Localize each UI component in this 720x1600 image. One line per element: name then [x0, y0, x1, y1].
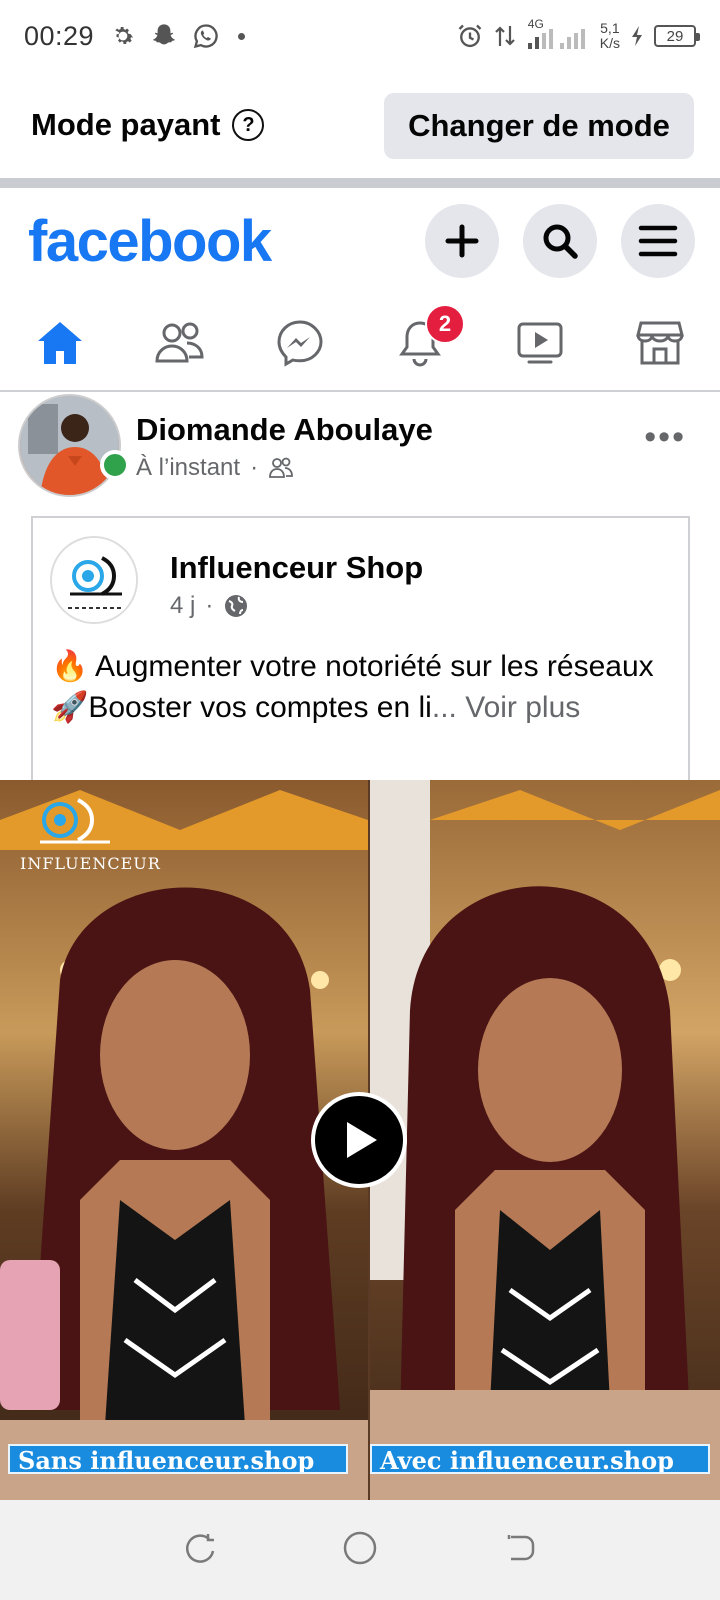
meta-separator: · [205, 592, 214, 619]
tab-marketplace[interactable] [600, 298, 720, 388]
video-thumbnail-right [370, 780, 720, 1500]
mode-label: Mode payant [31, 107, 221, 142]
plus-icon [445, 224, 479, 258]
home-circle-icon [343, 1531, 377, 1564]
home-nav-button[interactable] [342, 1530, 378, 1571]
friends-audience-icon[interactable] [268, 457, 294, 479]
mode-bar: Mode payant ? Changer de mode [0, 72, 720, 178]
signal-indicator: 4G [526, 17, 590, 51]
status-time: 00:29 [24, 20, 95, 51]
status-dot [238, 32, 246, 40]
influenceur-logo-icon [52, 538, 136, 622]
post-text-line2: 🚀Booster vos comptes en li [51, 691, 432, 724]
play-button[interactable] [311, 1092, 407, 1188]
play-icon [347, 1122, 377, 1158]
post-meta: À l’instant · [136, 454, 294, 482]
status-right: 4G 5,1 K/s 29 [456, 17, 700, 51]
tab-friends[interactable] [120, 298, 240, 388]
notification-badge: 2 [425, 304, 465, 344]
signal-icon [527, 29, 585, 49]
media-watermark: INFLUENCEUR [20, 854, 161, 873]
page-avatar[interactable] [50, 536, 138, 624]
search-button[interactable] [523, 204, 597, 278]
speed-unit: K/s [599, 35, 620, 51]
search-icon [543, 224, 578, 259]
video-right-panel: Avec influenceur.shop [370, 780, 720, 1500]
facebook-logo[interactable]: facebook [28, 208, 272, 275]
menu-button[interactable] [621, 204, 695, 278]
globe-icon[interactable] [223, 593, 249, 619]
video-icon [517, 322, 563, 364]
system-nav-bar [0, 1500, 720, 1600]
right-caption: Avec influenceur.shop [370, 1444, 710, 1474]
change-mode-button[interactable]: Changer de mode [384, 93, 694, 159]
hamburger-menu-icon [638, 225, 678, 257]
recent-apps-icon [185, 1533, 214, 1563]
avatar[interactable] [18, 394, 121, 497]
main-nav: 2 [0, 298, 720, 388]
battery-icon: 29 [654, 25, 700, 47]
shared-time[interactable]: 4 j [170, 592, 195, 620]
messenger-icon [277, 320, 323, 367]
tab-messenger[interactable] [240, 298, 360, 388]
whatsapp-icon [193, 24, 218, 49]
speed-value: 5,1 [600, 20, 620, 36]
tab-notifications[interactable]: 2 [360, 298, 480, 388]
network-speed: 5,1 K/s [600, 21, 620, 51]
post-text-line2-wrap: 🚀Booster vos comptes en li... Voir plus [51, 687, 681, 728]
status-bar: 00:29 4G 5,1 K/s 29 [0, 0, 720, 72]
left-caption: Sans influenceur.shop [8, 1444, 348, 1474]
post-time[interactable]: À l’instant [136, 454, 240, 482]
divider [0, 178, 720, 188]
friends-icon [155, 322, 204, 363]
tab-home[interactable] [0, 298, 120, 388]
ellipsis: ... [431, 691, 457, 724]
shared-page-name[interactable]: Influenceur Shop [170, 550, 423, 586]
post-video[interactable]: INFLUENCEUR Sans influenceur.shop Avec i… [0, 780, 720, 1500]
data-transfer-icon [494, 26, 515, 46]
marketplace-icon [636, 321, 684, 365]
alarm-icon [458, 24, 482, 48]
media-logo-icon [40, 798, 110, 844]
shared-meta: 4 j · [170, 592, 249, 620]
shared-post-card[interactable]: Influenceur Shop 4 j · 🔥 Augmenter votre… [31, 516, 690, 780]
post-text: 🔥 Augmenter votre notoriété sur les rése… [51, 646, 681, 728]
snapchat-icon [153, 24, 175, 45]
post-text-line1: 🔥 Augmenter votre notoriété sur les rése… [51, 650, 654, 683]
online-status-dot [100, 450, 130, 480]
more-options-button[interactable]: ••• [644, 418, 686, 457]
battery-level: 29 [666, 27, 684, 45]
charging-icon [632, 26, 642, 46]
settings-icon [115, 27, 134, 45]
create-button[interactable] [425, 204, 499, 278]
home-icon [38, 322, 82, 364]
recent-apps-button[interactable] [183, 1531, 217, 1570]
post-author-name[interactable]: Diomande Aboulaye [136, 412, 433, 448]
app-header: facebook [0, 188, 720, 294]
divider [0, 390, 720, 392]
avatar-person-icon [20, 396, 119, 495]
back-button[interactable] [503, 1531, 537, 1570]
help-icon[interactable]: ? [232, 109, 265, 141]
see-more-link[interactable]: Voir plus [465, 691, 580, 724]
tab-watch[interactable] [480, 298, 600, 388]
back-icon [508, 1534, 535, 1560]
status-left-icons [110, 22, 246, 50]
post-header: Diomande Aboulaye À l’instant · ••• [0, 394, 720, 504]
meta-separator: · [250, 454, 259, 481]
